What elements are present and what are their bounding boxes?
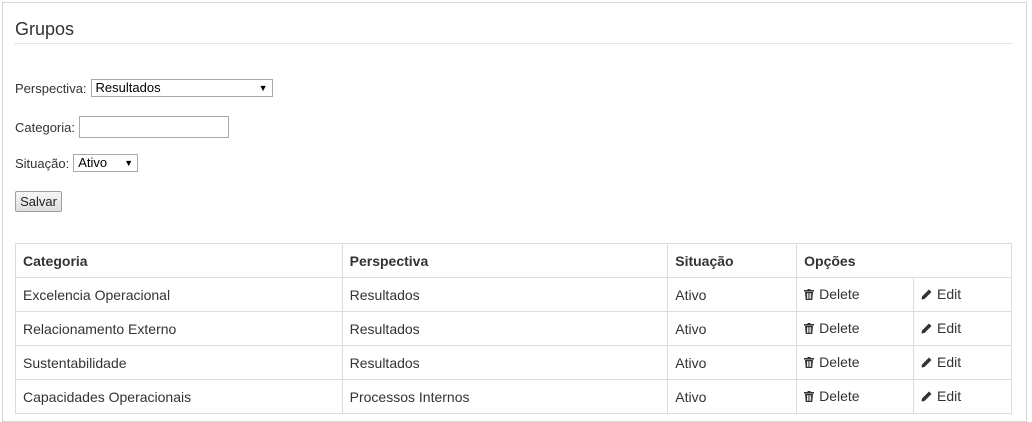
cell-delete: Delete [796, 277, 915, 312]
trash-icon [804, 356, 815, 368]
categoria-label: Categoria: [15, 119, 75, 135]
cell-situacao: Ativo [667, 277, 798, 312]
categoria-input[interactable] [78, 116, 229, 138]
situacao-selected-value: Ativo [78, 155, 108, 170]
cell-perspectiva: Resultados [341, 277, 669, 312]
cell-situacao: Ativo [667, 379, 798, 414]
header-situacao: Situação [667, 243, 798, 278]
groups-table: Categoria Perspectiva Situação Opções Ex… [15, 243, 1012, 414]
edit-label: Edit [937, 286, 962, 303]
categoria-row: Categoria: [15, 116, 229, 138]
edit-label: Edit [937, 354, 962, 371]
cell-perspectiva: Resultados [341, 345, 669, 380]
cell-categoria: Sustentabilidade [15, 345, 343, 380]
pencil-icon [921, 289, 932, 300]
table-row: Relacionamento Externo Resultados Ativo … [15, 311, 1012, 346]
trash-icon [804, 288, 815, 300]
edit-button[interactable]: Edit [921, 286, 961, 302]
pencil-icon [921, 391, 932, 402]
cell-perspectiva: Resultados [341, 311, 669, 346]
cell-delete: Delete [796, 345, 915, 380]
cell-perspectiva: Processos Internos [341, 379, 669, 414]
edit-label: Edit [937, 388, 962, 405]
delete-label: Delete [819, 354, 860, 371]
cell-delete: Delete [796, 379, 915, 414]
perspectiva-selected-value: Resultados [95, 80, 161, 95]
delete-label: Delete [819, 320, 860, 337]
delete-label: Delete [819, 286, 860, 303]
trash-icon [804, 322, 815, 334]
save-button[interactable]: Salvar [15, 191, 62, 212]
situacao-select[interactable]: Ativo ▼ [73, 154, 139, 172]
header-opcoes: Opções [796, 243, 1012, 278]
cell-categoria: Capacidades Operacionais [15, 379, 343, 414]
situacao-label: Situação: [15, 155, 70, 171]
situacao-row: Situação: Ativo ▼ [15, 154, 139, 172]
trash-icon [804, 390, 815, 402]
table-header-row: Categoria Perspectiva Situação Opções [15, 243, 1012, 278]
header-categoria: Categoria [15, 243, 343, 278]
pencil-icon [921, 357, 932, 368]
cell-edit: Edit [913, 311, 1012, 346]
edit-button[interactable]: Edit [921, 320, 961, 336]
cell-edit: Edit [913, 345, 1012, 380]
table-row: Excelencia Operacional Resultados Ativo … [15, 277, 1012, 312]
cell-situacao: Ativo [667, 311, 798, 346]
cell-situacao: Ativo [667, 345, 798, 380]
header-perspectiva: Perspectiva [341, 243, 669, 278]
pencil-icon [921, 323, 932, 334]
edit-label: Edit [937, 320, 962, 337]
title-divider [14, 43, 1013, 44]
delete-button[interactable]: Delete [804, 354, 860, 371]
perspectiva-label: Perspectiva: [15, 80, 87, 96]
delete-button[interactable]: Delete [804, 388, 860, 405]
edit-button[interactable]: Edit [921, 354, 961, 370]
edit-button[interactable]: Edit [921, 388, 961, 404]
table-row: Sustentabilidade Resultados Ativo Delete… [15, 345, 1012, 380]
chevron-down-icon: ▼ [258, 83, 268, 93]
page-title: Grupos [15, 19, 75, 39]
perspectiva-row: Perspectiva: Resultados ▼ [15, 79, 273, 97]
perspectiva-select[interactable]: Resultados ▼ [90, 79, 273, 97]
delete-button[interactable]: Delete [804, 320, 860, 337]
table-row: Capacidades Operacionais Processos Inter… [15, 379, 1012, 414]
cell-edit: Edit [913, 379, 1012, 414]
cell-edit: Edit [913, 277, 1012, 312]
delete-label: Delete [819, 388, 860, 405]
cell-delete: Delete [796, 311, 915, 346]
cell-categoria: Excelencia Operacional [15, 277, 343, 312]
chevron-down-icon: ▼ [124, 158, 134, 168]
cell-categoria: Relacionamento Externo [15, 311, 343, 346]
delete-button[interactable]: Delete [804, 286, 860, 303]
